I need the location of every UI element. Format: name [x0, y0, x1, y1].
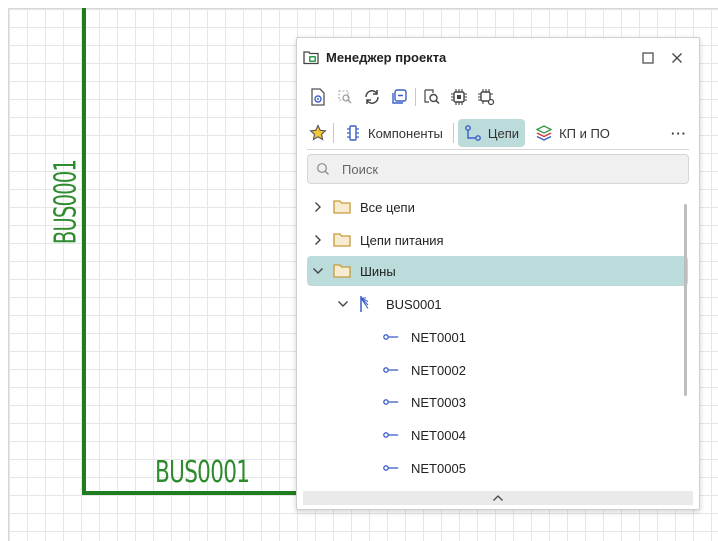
folder-icon — [333, 264, 351, 278]
scroll-down-bar[interactable] — [303, 491, 693, 505]
net-wire-icon — [383, 334, 399, 340]
tab-favorites[interactable] — [307, 119, 329, 147]
layers-icon — [535, 124, 553, 142]
component-icon — [344, 124, 362, 142]
collapse-all-icon[interactable] — [388, 86, 410, 108]
close-icon — [672, 53, 682, 63]
net-wire-icon — [383, 399, 399, 405]
chip-icon[interactable] — [448, 86, 470, 108]
panel-toolbar — [307, 86, 502, 108]
tree-item-label: NET0005 — [411, 460, 466, 476]
tab-nets-label: Цепи — [487, 125, 520, 141]
more-button[interactable]: ··· — [667, 126, 691, 141]
zoom-to-icon[interactable] — [334, 86, 356, 108]
tree-item-label: BUS0001 — [386, 296, 442, 312]
tree-item-label: Все цепи — [360, 199, 415, 215]
search-box[interactable] — [307, 154, 689, 184]
tab-components[interactable]: Компоненты — [338, 119, 449, 147]
panel-title: Менеджер проекта — [326, 50, 447, 65]
chevron-right-icon[interactable] — [311, 233, 325, 247]
tree-item-net[interactable]: NET0005 — [307, 453, 688, 483]
tree-item-label: NET0004 — [411, 427, 466, 443]
bus-icon — [360, 296, 369, 312]
folder-icon — [333, 233, 351, 247]
tab-separator — [452, 123, 454, 143]
tab-nets[interactable]: Цепи — [457, 119, 526, 147]
net-wire-icon — [383, 432, 399, 438]
tab-separator — [333, 123, 334, 143]
tree-item-net[interactable]: NET0003 — [307, 387, 688, 417]
chevron-up-icon — [493, 495, 503, 501]
tab-components-label: Компоненты — [368, 125, 443, 141]
bus-wire-horizontal[interactable] — [82, 491, 298, 495]
refresh-icon[interactable] — [361, 86, 383, 108]
star-icon — [309, 124, 327, 142]
net-icon — [464, 124, 482, 142]
maximize-button[interactable] — [638, 48, 658, 68]
tree-item-all-nets[interactable]: Все цепи — [307, 192, 688, 222]
panel-tabs: Компоненты Цепи КП и ПО ··· — [307, 118, 691, 148]
tree-item-label: NET0001 — [411, 329, 466, 345]
toolbar-separator — [415, 88, 416, 106]
net-wire-icon — [383, 465, 399, 471]
tab-pads-vias[interactable]: КП и ПО — [529, 119, 616, 147]
chevron-right-icon[interactable] — [311, 200, 325, 214]
tree-item-bus[interactable]: BUS0001 — [307, 289, 688, 319]
close-button[interactable] — [667, 48, 687, 68]
bus-label-horizontal[interactable]: BUS0001 — [155, 455, 286, 490]
bus-label-horizontal-text: BUS0001 — [155, 455, 250, 490]
search-icon — [317, 163, 329, 175]
bus-label-vertical[interactable]: BUS0001 — [49, 143, 84, 260]
chip-settings-icon[interactable] — [475, 86, 497, 108]
bus-label-vertical-text: BUS0001 — [48, 159, 84, 245]
project-manager-panel: Менеджер проекта Компоненты Цепи КП и ПО… — [296, 37, 700, 510]
tree-item-label: Шины — [360, 263, 396, 279]
tree-item-label: NET0002 — [411, 362, 466, 378]
chevron-down-icon[interactable] — [311, 264, 325, 278]
tree-item-label: Цепи питания — [360, 232, 444, 248]
search-input[interactable] — [342, 161, 662, 177]
tree-scrollbar[interactable] — [684, 204, 687, 396]
find-icon[interactable] — [421, 86, 443, 108]
tabs-divider — [307, 149, 689, 150]
tree-item-net[interactable]: NET0002 — [307, 355, 688, 385]
tree-item-net[interactable]: NET0001 — [307, 322, 688, 352]
tab-pads-vias-label: КП и ПО — [559, 125, 610, 141]
chevron-down-icon[interactable] — [336, 297, 350, 311]
tree-item-buses[interactable]: Шины — [307, 256, 688, 286]
tree-item-power-nets[interactable]: Цепи питания — [307, 225, 688, 255]
net-wire-icon — [383, 367, 399, 373]
tree-item-label: NET0003 — [411, 394, 466, 410]
maximize-icon — [642, 52, 654, 64]
project-manager-icon — [303, 49, 319, 65]
show-icon[interactable] — [307, 86, 329, 108]
tree-item-net[interactable]: NET0004 — [307, 420, 688, 450]
folder-icon — [333, 200, 351, 214]
panel-titlebar[interactable]: Менеджер проекта — [297, 38, 699, 78]
